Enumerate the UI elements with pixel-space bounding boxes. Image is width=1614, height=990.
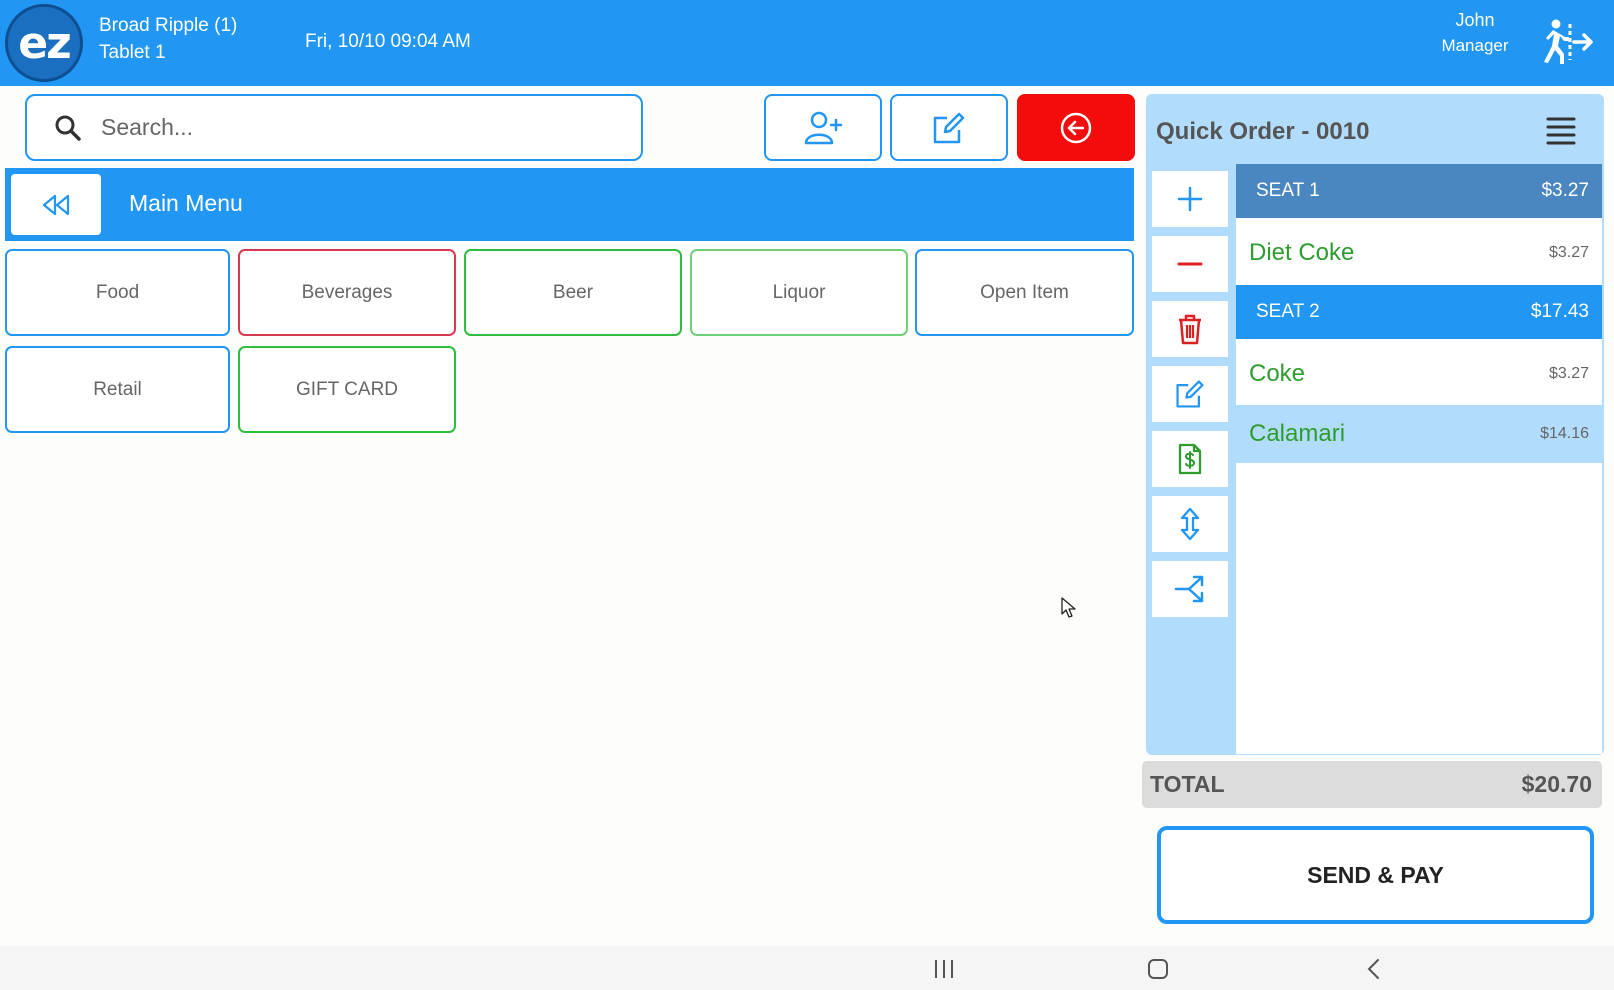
order-item-row[interactable]: Diet Coke $3.27 <box>1236 224 1602 282</box>
minus-icon <box>1177 262 1203 266</box>
category-beverages[interactable]: Beverages <box>238 249 456 336</box>
item-name: Diet Coke <box>1249 239 1355 266</box>
user-name: John <box>1455 10 1495 30</box>
home-square-icon <box>1148 959 1168 979</box>
exit-running-man-icon <box>1544 19 1593 64</box>
item-price: $3.27 <box>1548 365 1589 382</box>
category-label: Food <box>95 281 140 303</box>
user-info: John Manager <box>1420 8 1530 58</box>
item-name: Coke <box>1249 360 1306 387</box>
seat-label: SEAT 2 <box>1256 301 1320 322</box>
system-back-button[interactable] <box>1354 954 1394 984</box>
search-input[interactable] <box>101 114 601 141</box>
recent-apps-button[interactable] <box>924 954 964 984</box>
add-customer-button[interactable] <box>764 94 882 161</box>
item-name: Calamari <box>1249 420 1346 447</box>
split-arrows-icon <box>1174 575 1204 603</box>
total-value: $20.70 <box>1521 771 1592 797</box>
vertical-arrows-icon <box>1180 507 1200 541</box>
category-liquor[interactable]: Liquor <box>690 249 908 336</box>
edit-icon <box>933 112 965 143</box>
add-user-icon <box>804 111 843 144</box>
device-name: Tablet 1 <box>99 42 166 63</box>
category-label: Retail <box>93 378 142 400</box>
category-label: Liquor <box>772 281 826 303</box>
store-info: Broad Ripple (1) Tablet 1 <box>99 12 237 66</box>
order-item-row[interactable]: Coke $3.27 <box>1236 345 1602 403</box>
add-quantity-button[interactable] <box>1152 171 1228 227</box>
seat-total: $3.27 <box>1541 180 1589 201</box>
system-navigation-bar <box>0 946 1614 990</box>
category-label: Open Item <box>980 281 1069 303</box>
plus-icon <box>1177 186 1203 212</box>
category-label: Beer <box>552 281 594 303</box>
send-and-pay-button[interactable]: SEND & PAY <box>1157 826 1594 924</box>
delete-item-button[interactable] <box>1152 301 1228 357</box>
recent-apps-icon <box>935 960 953 978</box>
category-label: Beverages <box>301 281 393 303</box>
invoice-dollar-icon <box>1178 443 1202 475</box>
category-retail[interactable]: Retail <box>5 346 230 433</box>
seat-total: $17.43 <box>1530 301 1589 322</box>
order-title: Quick Order - 0010 <box>1156 118 1370 145</box>
hamburger-menu-icon[interactable] <box>1544 112 1578 146</box>
search-icon <box>55 115 81 141</box>
rewind-icon <box>42 194 70 215</box>
seat-label: SEAT 1 <box>1256 180 1320 201</box>
remove-quantity-button[interactable] <box>1152 236 1228 292</box>
logout-button[interactable] <box>1534 18 1594 66</box>
menu-header-bar: Main Menu <box>5 168 1134 241</box>
category-open-item[interactable]: Open Item <box>915 249 1134 336</box>
top-header: ez Broad Ripple (1) Tablet 1 Fri, 10/10 … <box>0 0 1614 86</box>
total-label: TOTAL <box>1150 771 1225 797</box>
category-label: GIFT CARD <box>295 378 399 400</box>
send-pay-label: SEND & PAY <box>1307 861 1444 888</box>
category-food[interactable]: Food <box>5 249 230 336</box>
order-total: TOTAL $20.70 <box>1142 761 1602 808</box>
store-name: Broad Ripple (1) <box>99 15 238 36</box>
ez-logo: ez <box>5 4 83 82</box>
back-arrow-circle-icon <box>1060 112 1092 143</box>
move-item-button[interactable] <box>1152 496 1228 552</box>
split-item-button[interactable] <box>1152 561 1228 617</box>
item-price: $14.16 <box>1540 425 1589 442</box>
seat-row[interactable]: SEAT 2 $17.43 <box>1236 285 1602 339</box>
category-beer[interactable]: Beer <box>464 249 682 336</box>
exit-order-button[interactable] <box>1017 94 1135 161</box>
edit-order-button[interactable] <box>890 94 1008 161</box>
mouse-cursor-icon <box>1061 597 1076 618</box>
menu-title: Main Menu <box>129 190 243 216</box>
current-datetime: Fri, 10/10 09:04 AM <box>305 31 471 52</box>
edit-icon <box>1176 380 1204 408</box>
home-button[interactable] <box>1138 954 1178 984</box>
seat-row[interactable]: SEAT 1 $3.27 <box>1236 164 1602 218</box>
menu-back-button[interactable] <box>11 174 101 235</box>
edit-item-button[interactable] <box>1152 366 1228 422</box>
chevron-left-icon <box>1367 959 1379 979</box>
item-price: $3.27 <box>1548 244 1589 261</box>
trash-icon <box>1179 314 1201 345</box>
category-gift-card[interactable]: GIFT CARD <box>238 346 456 433</box>
user-role: Manager <box>1441 36 1509 55</box>
search-box[interactable] <box>25 94 643 161</box>
check-invoice-button[interactable] <box>1152 431 1228 487</box>
order-item-row-selected[interactable]: Calamari $14.16 <box>1236 405 1602 463</box>
